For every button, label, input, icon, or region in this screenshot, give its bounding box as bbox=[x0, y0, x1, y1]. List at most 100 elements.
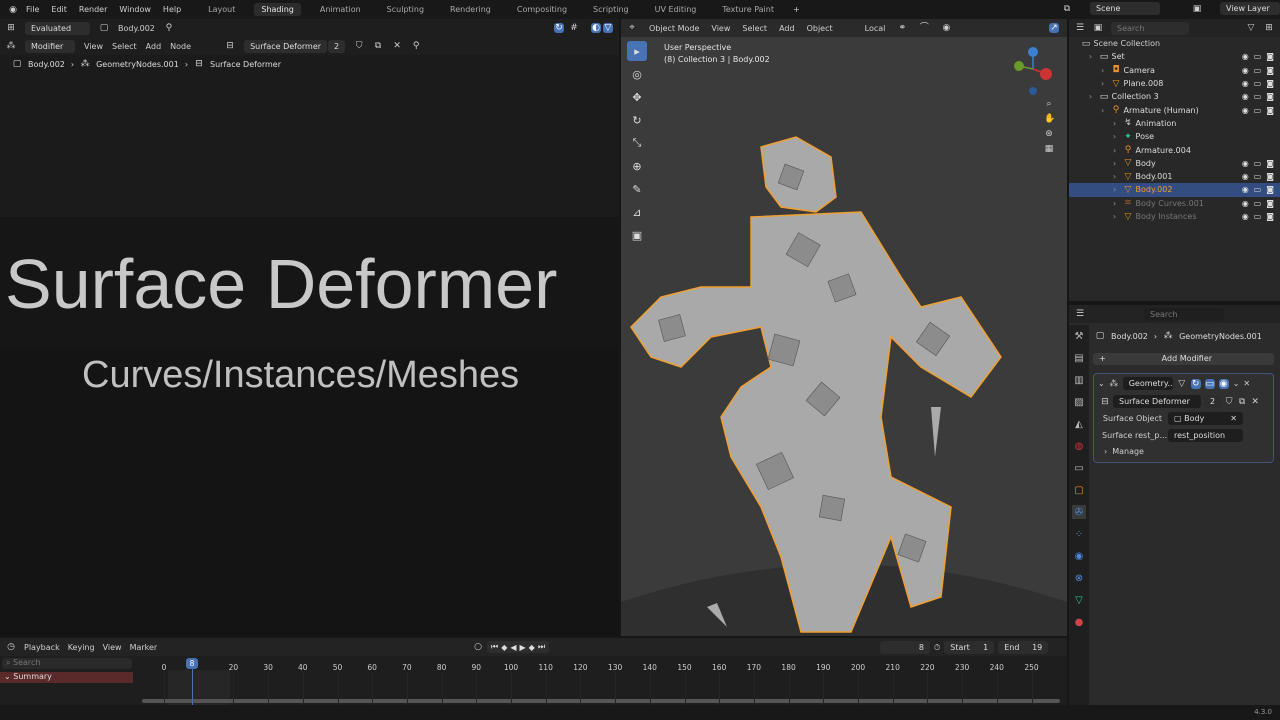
dropdown-icon[interactable]: ⌄ bbox=[1233, 379, 1240, 388]
cursor-tool-icon[interactable]: ◎ bbox=[627, 64, 647, 84]
collection-tab-icon[interactable]: ▭ bbox=[1072, 461, 1086, 475]
expand-icon[interactable]: › bbox=[1101, 106, 1111, 115]
breadcrumb-modifier[interactable]: GeometryNodes.001 bbox=[96, 60, 179, 69]
editor-type-icon[interactable]: ☰ bbox=[1075, 309, 1085, 319]
select-tool-icon[interactable]: ▸ bbox=[627, 41, 647, 61]
surface-object-field[interactable]: ▢ Body ✕ bbox=[1168, 412, 1243, 425]
menu-view[interactable]: View bbox=[84, 42, 103, 51]
node-group-field[interactable]: Surface Deformer bbox=[1113, 395, 1201, 408]
scene-selector[interactable]: Scene bbox=[1090, 2, 1160, 15]
viewport-toggle-icon[interactable]: ▭ bbox=[1254, 199, 1262, 208]
measure-tool-icon[interactable]: ⊿ bbox=[627, 202, 647, 222]
expand-icon[interactable]: › bbox=[1113, 185, 1123, 194]
tab-texture-paint[interactable]: Texture Paint bbox=[715, 3, 781, 16]
filter-type-icon[interactable]: ▣ bbox=[1093, 23, 1103, 33]
output-tab-icon[interactable]: ▥ bbox=[1072, 373, 1086, 387]
pan-hand-icon[interactable]: ✋ bbox=[1044, 114, 1055, 124]
object-name[interactable]: Body.002 bbox=[118, 24, 155, 33]
outliner-item[interactable]: › ↯ Animation bbox=[1069, 117, 1280, 130]
visibility-eye-icon[interactable]: ◉ bbox=[1242, 172, 1249, 181]
menu-object[interactable]: Object bbox=[807, 24, 833, 33]
menu-keying[interactable]: Keying bbox=[68, 643, 95, 652]
snap-icon[interactable]: ↻ bbox=[554, 23, 564, 33]
scale-tool-icon[interactable]: ⤡ bbox=[627, 133, 647, 153]
tool-tab-icon[interactable]: ⚒ bbox=[1072, 329, 1086, 343]
fake-user-icon[interactable]: ⛉ bbox=[354, 41, 364, 51]
duplicate-icon[interactable]: ⧉ bbox=[373, 41, 383, 51]
manage-subpanel[interactable]: › Manage bbox=[1094, 444, 1273, 459]
node-tree-icon[interactable]: ⊟ bbox=[225, 41, 235, 51]
tab-uv-editing[interactable]: UV Editing bbox=[648, 3, 704, 16]
expand-icon[interactable]: › bbox=[1089, 92, 1099, 101]
end-frame-field[interactable]: End 19 bbox=[998, 641, 1049, 654]
viewport-display-icon[interactable]: ▭ bbox=[1204, 378, 1215, 389]
outliner-search-input[interactable]: Search bbox=[1111, 21, 1189, 35]
breadcrumb-group[interactable]: Surface Deformer bbox=[210, 60, 281, 69]
menu-select[interactable]: Select bbox=[742, 24, 767, 33]
duplicate-icon[interactable]: ⧉ bbox=[1237, 397, 1247, 407]
render-icon[interactable]: ◉ bbox=[1218, 378, 1229, 389]
tab-animation[interactable]: Animation bbox=[313, 3, 368, 16]
visibility-eye-icon[interactable]: ◉ bbox=[1242, 106, 1249, 115]
render-toggle-icon[interactable]: ◙ bbox=[1266, 106, 1274, 115]
outliner-item[interactable]: › ▭ Set ◉ ▭ ◙ bbox=[1069, 50, 1280, 63]
physics-tab-icon[interactable]: ◉ bbox=[1072, 549, 1086, 563]
visibility-eye-icon[interactable]: ◉ bbox=[1242, 185, 1249, 194]
grid-icon[interactable]: # bbox=[569, 23, 579, 33]
fake-user-icon[interactable]: ⛉ bbox=[1224, 397, 1234, 407]
outliner-item[interactable]: › ▭ Collection 3 ◉ ▭ ◙ bbox=[1069, 90, 1280, 103]
particles-tab-icon[interactable]: ⁘ bbox=[1072, 527, 1086, 541]
visibility-eye-icon[interactable]: ◉ bbox=[1242, 159, 1249, 168]
editor-type-icon[interactable]: ◷ bbox=[6, 642, 16, 652]
material-tab-icon[interactable]: ● bbox=[1072, 615, 1086, 629]
outliner-item[interactable]: › ▽ Body ◉ ▭ ◙ bbox=[1069, 157, 1280, 170]
menu-view[interactable]: View bbox=[711, 24, 730, 33]
modifier-tab-icon[interactable]: ✇ bbox=[1072, 505, 1086, 519]
outliner-item[interactable]: › ▽ Plane.008 ◉ ▭ ◙ bbox=[1069, 77, 1280, 90]
render-toggle-icon[interactable]: ◙ bbox=[1266, 212, 1274, 221]
expand-icon[interactable]: › bbox=[1089, 52, 1099, 61]
tab-layout[interactable]: Layout bbox=[201, 3, 242, 16]
context-dropdown[interactable]: Evaluated bbox=[25, 21, 90, 35]
start-frame-field[interactable]: Start 1 bbox=[944, 641, 995, 654]
play-icon[interactable]: ▶ bbox=[520, 643, 526, 652]
prev-keyframe-icon[interactable]: ◆ bbox=[501, 643, 507, 652]
unlink-icon[interactable]: ✕ bbox=[1250, 397, 1260, 407]
menu-node[interactable]: Node bbox=[170, 42, 191, 51]
annotate-tool-icon[interactable]: ✎ bbox=[627, 179, 647, 199]
mode-dropdown[interactable]: Object Mode bbox=[649, 24, 699, 33]
move-tool-icon[interactable]: ✥ bbox=[627, 87, 647, 107]
expand-icon[interactable]: › bbox=[1113, 172, 1123, 181]
tab-shading[interactable]: Shading bbox=[254, 3, 301, 16]
next-keyframe-icon[interactable]: ◆ bbox=[529, 643, 535, 652]
node-group-users[interactable]: 2 bbox=[328, 39, 346, 53]
pin-icon[interactable]: ⚲ bbox=[164, 23, 174, 33]
editor-type-icon[interactable]: ⊞ bbox=[6, 23, 16, 33]
menu-file[interactable]: File bbox=[26, 5, 39, 14]
remove-modifier-icon[interactable]: ✕ bbox=[1243, 379, 1250, 388]
expand-icon[interactable]: › bbox=[1101, 79, 1111, 88]
outliner-item[interactable]: › ≋ Body Curves.001 ◉ ▭ ◙ bbox=[1069, 197, 1280, 210]
render-tab-icon[interactable]: ▤ bbox=[1072, 351, 1086, 365]
visibility-eye-icon[interactable]: ◉ bbox=[1242, 79, 1249, 88]
render-toggle-icon[interactable]: ◙ bbox=[1266, 52, 1274, 61]
viewport-toggle-icon[interactable]: ▭ bbox=[1254, 106, 1262, 115]
tab-compositing[interactable]: Compositing bbox=[510, 3, 574, 16]
visibility-eye-icon[interactable]: ◉ bbox=[1242, 212, 1249, 221]
menu-playback[interactable]: Playback bbox=[24, 643, 60, 652]
collapse-icon[interactable]: ⌄ bbox=[1098, 379, 1105, 388]
outliner-root[interactable]: ▭ Scene Collection bbox=[1069, 37, 1280, 50]
pin-icon[interactable]: ⚲ bbox=[411, 41, 421, 51]
visibility-eye-icon[interactable]: ◉ bbox=[1242, 92, 1249, 101]
cage-icon[interactable]: ↻ bbox=[1190, 378, 1201, 389]
visibility-eye-icon[interactable]: ◉ bbox=[1242, 199, 1249, 208]
viewport-toggle-icon[interactable]: ▭ bbox=[1254, 79, 1262, 88]
viewport-toggle-icon[interactable]: ▭ bbox=[1254, 66, 1262, 75]
outliner-item[interactable]: › ▽ Body.001 ◉ ▭ ◙ bbox=[1069, 170, 1280, 183]
breadcrumb-object[interactable]: Body.002 bbox=[28, 60, 65, 69]
outliner-item[interactable]: › ▽ Body.002 ◉ ▭ ◙ bbox=[1069, 183, 1280, 197]
overlay-icon[interactable]: ◐ bbox=[591, 23, 601, 33]
modifier-dropdown[interactable]: Modifier bbox=[25, 39, 75, 53]
orientation-dropdown[interactable]: Local bbox=[865, 24, 886, 33]
current-frame-field[interactable]: 8 bbox=[880, 641, 930, 654]
